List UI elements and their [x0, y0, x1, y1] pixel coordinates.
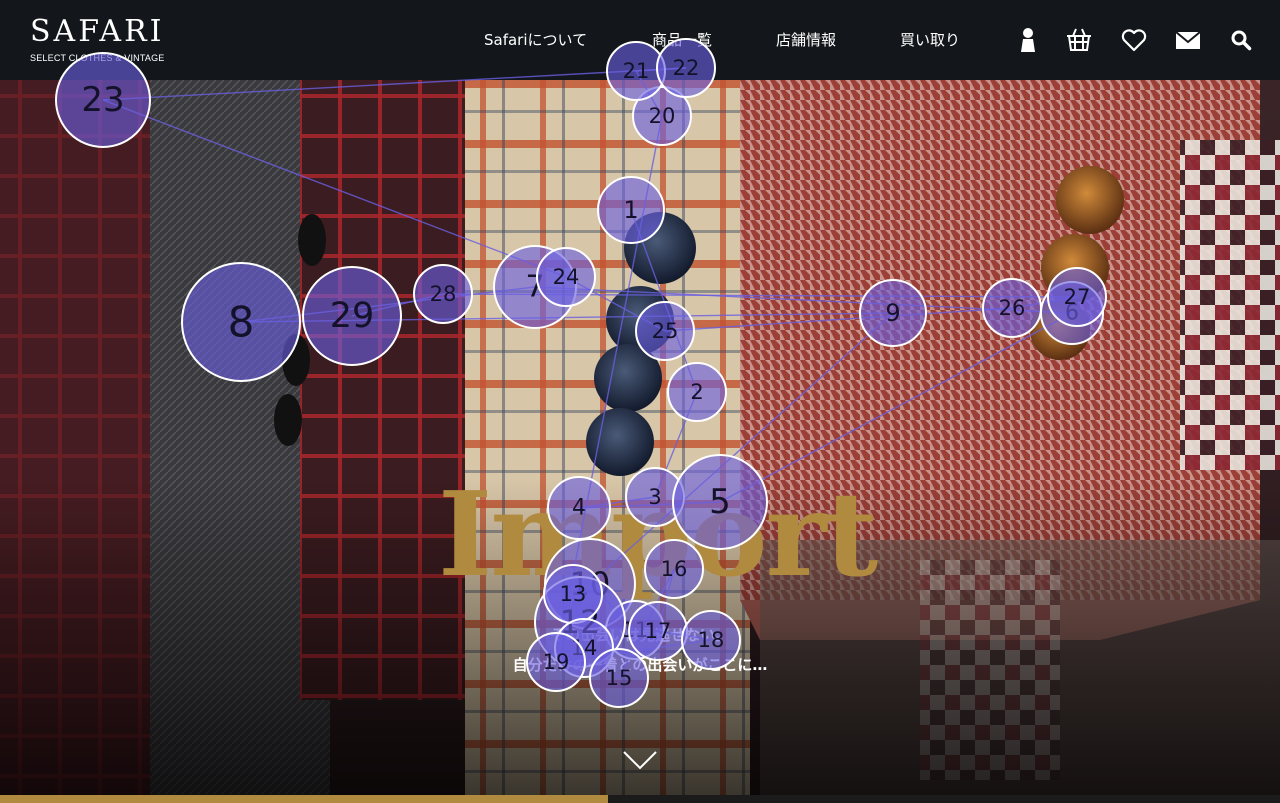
- mail-icon[interactable]: [1174, 26, 1202, 54]
- nav-products[interactable]: 商品一覧: [652, 30, 712, 50]
- chevron-down-icon[interactable]: [622, 748, 658, 772]
- nav-buyback[interactable]: 買い取り: [900, 30, 960, 50]
- heart-icon[interactable]: [1120, 26, 1148, 54]
- slide-progress-fill: [0, 795, 608, 803]
- basket-icon[interactable]: [1065, 26, 1093, 54]
- logo-subtitle: SELECT CLOTHES & VINTAGE: [30, 53, 165, 63]
- search-icon[interactable]: [1227, 26, 1255, 54]
- nav-store-info[interactable]: 店舗情報: [776, 30, 836, 50]
- nav-about[interactable]: Safariについて: [484, 30, 587, 50]
- hero-background-photo: [0, 80, 1280, 803]
- logo-title: SAFARI: [30, 14, 165, 49]
- hero-subtagline: 自分だけの一着との出会いがここに…: [512, 656, 768, 674]
- hero-section: Import その出会いは見逃せない。 自分だけの一着との出会いがここに…: [0, 80, 1280, 803]
- hero-tagline: その出会いは見逃せない。: [549, 626, 730, 644]
- site-logo[interactable]: SAFARI SELECT CLOTHES & VINTAGE: [30, 14, 165, 64]
- site-header: SAFARI SELECT CLOTHES & VINTAGE Safariにつ…: [0, 0, 1280, 80]
- hero-title: Import: [438, 467, 878, 603]
- slide-progress-bar: [0, 795, 1280, 803]
- user-icon[interactable]: [1014, 26, 1042, 54]
